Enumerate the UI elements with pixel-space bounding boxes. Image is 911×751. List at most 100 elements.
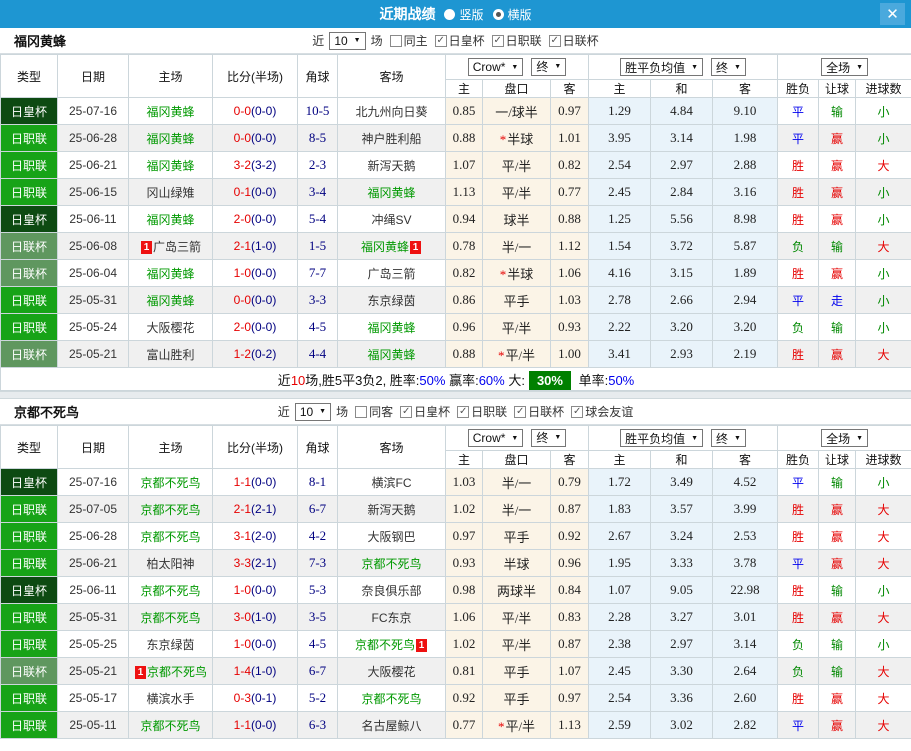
scope-select[interactable]: 全场 ▼	[821, 58, 869, 76]
cell-score: 1-1(0-0)	[212, 711, 298, 739]
league-filter-checkbox[interactable]: ✓	[571, 405, 584, 418]
cell-home-team: 福冈黄蜂	[128, 286, 213, 314]
cell-corners: 5-3	[297, 576, 338, 604]
cell-date: 25-06-15	[57, 178, 129, 206]
team-name-text: 横滨FC	[371, 475, 412, 490]
half-time-score: (0-0)	[251, 131, 277, 145]
cell-euro-home-odds: 1.29	[588, 97, 652, 125]
team-name-text: 福冈黄蜂	[367, 320, 416, 335]
full-time-score: 0-0	[233, 131, 251, 145]
cell-handicap-result: 输	[818, 468, 857, 496]
cell-handicap-result: 输	[818, 576, 857, 604]
radio-vertical-layout[interactable]: 竖版	[444, 6, 484, 23]
cell-euro-draw-odds: 3.72	[650, 232, 714, 260]
section-header-bar: 京都不死鸟近 10 ▼ 场同客 ✓ 日皇杯 ✓ 日职联 ✓ 日联杯 ✓ 球会友谊	[0, 399, 911, 425]
summary-part: 10	[290, 372, 306, 388]
cell-score: 2-1(2-1)	[212, 495, 298, 523]
cell-goals-over-under: 小	[855, 205, 911, 233]
euro-time-select[interactable]: 终 ▼	[711, 429, 746, 447]
same-venue-checkbox[interactable]	[355, 405, 368, 418]
cell-league-type: 日职联	[0, 711, 58, 739]
cell-asian-handicap: 半/一	[482, 468, 551, 496]
radio-horizontal-label: 横版	[507, 7, 532, 22]
half-time-score: (1-0)	[251, 664, 277, 678]
cell-euro-away-odds: 3.01	[712, 603, 779, 631]
half-time-score: (0-0)	[251, 104, 277, 118]
radio-horizontal-icon[interactable]	[492, 8, 504, 20]
league-filter: ✓ 日职联	[457, 403, 507, 420]
chevron-down-icon: ▼	[554, 63, 562, 71]
cell-euro-home-odds: 2.67	[588, 522, 652, 550]
cell-euro-draw-odds: 5.56	[650, 205, 714, 233]
bookmaker-select[interactable]: Crow* ▼	[467, 429, 524, 448]
cell-home-team: 京都不死鸟	[128, 603, 213, 631]
league-filter-label: 日职联	[471, 405, 508, 419]
games-count-select[interactable]: 10 ▼	[329, 31, 366, 50]
cell-away-team: 福冈黄蜂	[337, 313, 446, 341]
cell-score: 1-2(0-2)	[212, 340, 298, 368]
asian-time-select[interactable]: 终 ▼	[531, 428, 567, 447]
cell-asian-away-odds: 0.77	[549, 178, 590, 206]
radio-horizontal-layout[interactable]: 横版	[492, 6, 532, 23]
scope-select[interactable]: 全场 ▼	[821, 429, 869, 447]
cell-euro-draw-odds: 3.15	[650, 259, 714, 287]
cell-home-team: 京都不死鸟	[128, 522, 213, 550]
cell-win-draw-loss: 平	[777, 549, 820, 577]
summary-part: 30%	[528, 370, 571, 390]
cell-home-team: 大阪樱花	[128, 313, 213, 341]
column-header: 主场	[128, 425, 213, 469]
league-filter-checkbox[interactable]: ✓	[434, 34, 447, 47]
league-filter-checkbox[interactable]: ✓	[514, 405, 527, 418]
team-name-text: 京都不死鸟	[140, 583, 201, 598]
cell-euro-draw-odds: 3.30	[650, 657, 714, 685]
league-filter-checkbox[interactable]: ✓	[491, 34, 504, 47]
cell-asian-handicap: *平/半	[482, 340, 551, 368]
cell-asian-away-odds: 0.83	[549, 603, 590, 631]
cell-euro-away-odds: 3.20	[712, 313, 779, 341]
match-row: 日皇杯 25-06-11 京都不死鸟 1-0(0-0) 5-3 奈良俱乐部 0.98 两球半 0…	[0, 576, 911, 604]
summary-part: 近	[277, 372, 291, 388]
cell-score: 1-0(0-0)	[212, 576, 298, 604]
cell-asian-handicap: 平手	[482, 522, 551, 550]
team-name-text: 福冈黄蜂	[146, 293, 195, 308]
radio-vertical-icon[interactable]	[444, 8, 456, 20]
league-filter-checkbox[interactable]: ✓	[457, 405, 470, 418]
cell-asian-away-odds: 1.06	[549, 259, 590, 287]
euro-time-select[interactable]: 终 ▼	[711, 58, 746, 76]
match-row: 日职联 25-06-28 福冈黄蜂 0-0(0-0) 8-5 神户胜利船 0.88 *半球 1.…	[0, 124, 911, 152]
same-venue-checkbox[interactable]	[389, 34, 402, 47]
cell-euro-draw-odds: 3.02	[650, 711, 714, 739]
games-count-select[interactable]: 10 ▼	[294, 402, 332, 421]
cell-date: 25-05-21	[57, 657, 129, 685]
euro-odds-group-header: 胜平负均值 ▼ 终 ▼	[588, 54, 779, 80]
match-row: 日职联 25-06-21 福冈黄蜂 3-2(3-2) 2-3 新泻天鹅 1.07 平/半 0.8…	[0, 151, 911, 179]
bookmaker-select[interactable]: Crow* ▼	[467, 58, 524, 77]
cell-home-team: 福冈黄蜂	[128, 124, 213, 152]
cell-asian-handicap: 一/球半	[482, 97, 551, 125]
cell-date: 25-06-28	[57, 522, 129, 550]
cell-date: 25-05-31	[57, 286, 129, 314]
close-icon[interactable]: ✕	[880, 3, 905, 25]
team-name-text: 大阪樱花	[367, 664, 416, 679]
cell-asian-away-odds: 0.92	[549, 522, 590, 550]
cell-euro-home-odds: 2.22	[588, 313, 652, 341]
cell-handicap-result: 输	[818, 97, 857, 125]
asian-time-select[interactable]: 终 ▼	[531, 57, 567, 76]
chevron-down-icon: ▼	[511, 434, 519, 442]
cell-home-team: 福冈黄蜂	[128, 259, 213, 287]
cell-euro-home-odds: 2.45	[588, 178, 652, 206]
league-filter-checkbox[interactable]: ✓	[548, 34, 561, 47]
cell-league-type: 日职联	[0, 178, 58, 206]
cell-asian-handicap: 半球	[482, 549, 551, 577]
avg-odds-select[interactable]: 胜平负均值 ▼	[620, 58, 704, 76]
avg-odds-select[interactable]: 胜平负均值 ▼	[620, 429, 704, 447]
cell-away-team: 奈良俱乐部	[337, 576, 446, 604]
cell-handicap-result: 赢	[818, 549, 857, 577]
dialog-title: 近期战绩	[379, 6, 436, 22]
column-header: 比分(半场)	[212, 425, 298, 469]
cell-corners: 1-5	[297, 232, 338, 260]
match-row: 日职联 25-07-05 京都不死鸟 2-1(2-1) 6-7 新泻天鹅 1.02 半/一 0.…	[0, 495, 911, 523]
cell-home-team: 京都不死鸟	[128, 711, 213, 739]
league-filter-checkbox[interactable]: ✓	[400, 405, 413, 418]
league-filter-label: 球会友谊	[585, 405, 634, 419]
